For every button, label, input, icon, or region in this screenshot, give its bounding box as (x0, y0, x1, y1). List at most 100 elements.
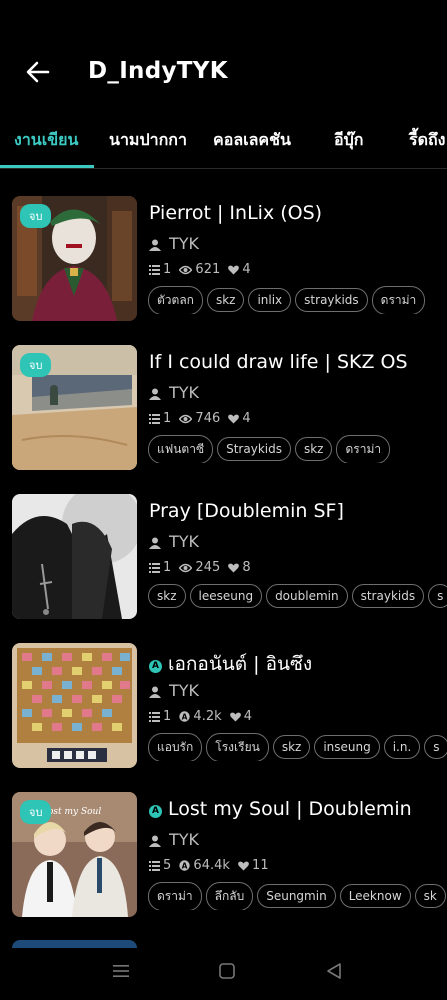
tag-chip[interactable]: ดราม่า (371, 286, 426, 314)
author-name: TYK (169, 830, 200, 849)
svg-text:A: A (182, 861, 188, 870)
story-item[interactable]: Pray [Doublemin SF] TYK 1 245 8 skz leese… (0, 494, 447, 624)
completed-badge: จบ (20, 800, 52, 824)
tag-chip[interactable]: skz (206, 288, 245, 312)
list-icon (149, 563, 160, 573)
story-cover-image: Lost my Soul จบ (12, 792, 137, 917)
tab-writings[interactable]: งานเขียน (14, 128, 78, 153)
heart-icon (238, 861, 249, 871)
eye-icon (178, 563, 193, 573)
back-button[interactable] (24, 58, 54, 88)
story-title[interactable]: If I could draw life | SKZ OS (149, 351, 408, 373)
tag-chip[interactable]: โรงเรียน (206, 733, 269, 761)
tag-chip[interactable]: skz (148, 584, 186, 608)
tag-chip[interactable]: s (428, 584, 447, 608)
story-author[interactable]: TYK (149, 234, 199, 253)
story-author[interactable]: TYK (149, 681, 199, 700)
svg-text:A: A (182, 712, 188, 721)
tag-chip[interactable]: skz (294, 437, 333, 461)
story-item[interactable]: Lost my Soul จบ A Lost my Soul | Doublemi… (0, 792, 447, 922)
completed-badge: จบ (20, 204, 52, 228)
view-count: 245 (195, 560, 221, 575)
author-name: TYK (169, 532, 200, 551)
tag-chip[interactable]: doublemin (266, 584, 348, 608)
tag-list: ตัวตลก skz inlix straykids ดราม่า (148, 286, 447, 314)
story-title[interactable]: Pierrot | InLix (OS) (149, 202, 322, 224)
list-icon (149, 265, 160, 275)
tag-chip[interactable]: ดราม่า (148, 882, 202, 910)
tab-bar: งานเขียน นามปากกา คอลเลคชัน อีบุ๊ก รี้ดถ… (0, 120, 447, 170)
tab-ebooks[interactable]: อีบุ๊ก (334, 128, 363, 153)
like-count: 4 (242, 411, 251, 426)
story-title[interactable]: Pray [Doublemin SF] (149, 500, 344, 522)
tag-chip[interactable]: s (424, 735, 447, 759)
story-stats: 1 A 4.2k 4 (149, 709, 256, 724)
story-cover-image: จบ (12, 196, 137, 321)
like-count: 11 (252, 858, 269, 873)
story-author[interactable]: TYK (149, 532, 199, 551)
tag-chip[interactable]: Leeknow (339, 884, 411, 908)
system-nav-bar (0, 945, 447, 1000)
tag-list: แฟนตาซี Straykids skz ดราม่า (148, 435, 447, 463)
home-button[interactable] (218, 962, 236, 984)
story-title[interactable]: A เอกอนันต์ | อินซึง (149, 649, 312, 679)
tag-chip[interactable]: Straykids (217, 437, 291, 461)
story-author[interactable]: TYK (149, 383, 199, 402)
heart-icon (228, 563, 240, 573)
new-update-icon: A (149, 660, 162, 673)
tag-chip[interactable]: i.n. (383, 735, 421, 759)
tab-read-to[interactable]: รี้ดถึง (409, 128, 445, 153)
app-header: D_IndyTYK (0, 0, 447, 120)
reader-icon: A (179, 711, 191, 722)
tag-chip[interactable]: แฟนตาซี (148, 435, 214, 463)
story-item[interactable]: จบ Pierrot | InLix (OS) TYK 1 621 4 ตัวต… (0, 196, 447, 326)
view-count: 621 (195, 262, 221, 277)
view-count: 64.4k (193, 858, 230, 873)
recent-apps-button[interactable] (112, 962, 130, 984)
like-count: 8 (242, 560, 251, 575)
reader-icon: A (179, 860, 191, 871)
tag-list: ดราม่า ลึกลับ Seungmin Leeknow sk (148, 882, 447, 910)
like-count: 4 (243, 709, 253, 724)
story-title-text: Lost my Soul | Doublemin (168, 798, 412, 820)
chapter-count: 1 (163, 262, 172, 277)
like-count: 4 (242, 262, 251, 277)
divider (0, 168, 447, 169)
tag-chip[interactable]: แอบรัก (148, 733, 203, 761)
eye-icon (178, 414, 193, 424)
story-item[interactable]: จบ If I could draw life | SKZ OS TYK 1 7… (0, 345, 447, 475)
heart-icon (228, 265, 240, 275)
story-stats: 1 245 8 (149, 560, 255, 575)
story-cover-image (12, 643, 137, 768)
tab-pen-names[interactable]: นามปากกา (109, 128, 187, 153)
story-item[interactable]: A เอกอนันต์ | อินซึง TYK 1 A 4.2k 4 แอบรัก… (0, 643, 447, 773)
new-update-icon: A (149, 805, 162, 818)
tag-chip[interactable]: skz (272, 735, 311, 759)
tag-chip[interactable]: ดราม่า (336, 435, 391, 463)
story-author[interactable]: TYK (149, 830, 199, 849)
tag-chip[interactable]: ลึกลับ (205, 882, 254, 910)
arrow-left-icon (26, 61, 50, 83)
story-stats: 5 A 64.4k 11 (149, 858, 273, 873)
chapter-count: 5 (163, 858, 172, 873)
menu-icon (113, 965, 129, 977)
tag-chip[interactable]: ตัวตลก (148, 286, 203, 314)
tab-collections[interactable]: คอลเลคชัน (213, 128, 291, 153)
tag-chip[interactable]: straykids (351, 584, 425, 608)
tag-chip[interactable]: leeseung (189, 584, 263, 608)
tag-chip[interactable]: inlix (248, 288, 292, 312)
tag-chip[interactable]: straykids (295, 288, 368, 312)
tag-chip[interactable]: sk (414, 884, 446, 908)
person-icon (149, 537, 161, 549)
story-cover-image (12, 494, 137, 619)
tag-chip[interactable]: inseung (314, 735, 380, 759)
chapter-count: 1 (163, 411, 172, 426)
page-title: D_IndyTYK (88, 58, 228, 84)
story-stats: 1 621 4 (149, 262, 255, 277)
tag-chip[interactable]: Seungmin (257, 884, 336, 908)
story-title-text: เอกอนันต์ | อินซึง (168, 653, 313, 675)
back-nav-button[interactable] (325, 962, 343, 984)
triangle-back-icon (327, 963, 341, 979)
view-count: 4.2k (193, 709, 222, 724)
story-title[interactable]: A Lost my Soul | Doublemin (149, 798, 412, 820)
